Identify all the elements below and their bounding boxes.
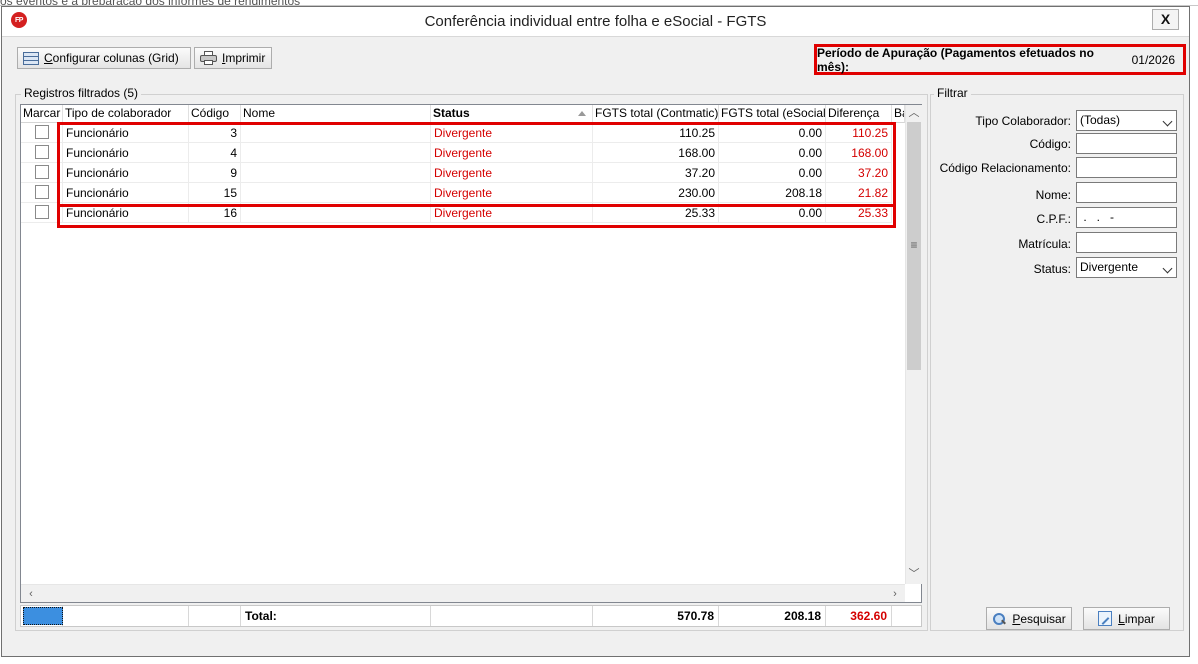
scroll-left-icon[interactable]: ‹ — [23, 586, 39, 602]
scroll-right-icon[interactable]: › — [887, 586, 903, 602]
scroll-down-icon[interactable]: ﹀ — [906, 566, 922, 582]
totals-esocial: 208.18 — [719, 606, 826, 626]
row-checkbox[interactable] — [35, 145, 49, 159]
codigo-relacionamento-field[interactable] — [1076, 157, 1177, 178]
totals-selector-cell[interactable] — [21, 606, 63, 626]
grip-icon: ≡ — [910, 238, 918, 252]
clear-icon — [1098, 611, 1113, 626]
row-checkbox[interactable] — [35, 125, 49, 139]
col-header-nome[interactable]: Nome — [241, 105, 431, 123]
horizontal-scrollbar[interactable]: ‹ › — [21, 584, 905, 602]
cpf-field[interactable]: . . - — [1076, 207, 1177, 228]
periodo-label: Período de Apuração (Pagamentos efetuado… — [817, 45, 1094, 74]
configure-columns-button[interactable]: Configurar colunas (Grid) — [17, 47, 191, 69]
status-label: Status: — [1033, 262, 1071, 276]
totals-contmatic: 570.78 — [593, 606, 719, 626]
codigo-label: Código: — [1029, 137, 1071, 151]
nome-label: Nome: — [1035, 188, 1071, 202]
print-label: Imprimir — [222, 51, 266, 65]
scroll-up-icon[interactable]: ︿ — [906, 105, 922, 121]
search-icon — [992, 612, 1006, 626]
cpf-label: C.P.F.: — [1036, 212, 1071, 226]
col-header-diferenca[interactable]: Diferença — [826, 105, 892, 123]
vertical-scrollbar[interactable]: ︿ ≡ ﹀ — [905, 105, 922, 584]
pesquisar-button[interactable]: Pesquisar — [986, 607, 1072, 630]
highlight-row-5 — [57, 204, 896, 228]
col-header-tipo[interactable]: Tipo de colaborador — [63, 105, 189, 123]
pesquisar-label: Pesquisar — [1012, 611, 1066, 626]
totals-empty-status — [431, 606, 593, 626]
limpar-label: Limpar — [1118, 611, 1155, 626]
close-button[interactable]: X — [1152, 9, 1179, 30]
totals-label: Total: — [241, 606, 431, 626]
grid-icon — [23, 51, 39, 65]
row-checkbox[interactable] — [35, 205, 49, 219]
dialog-window: FP Conferência individual entre folha e … — [1, 6, 1190, 657]
periodo-apuracao: Período de Apuração (Pagamentos efetuado… — [814, 44, 1186, 75]
highlight-rows-1-4 — [57, 122, 896, 207]
col-header-status[interactable]: Status — [431, 105, 593, 123]
print-button[interactable]: Imprimir — [194, 47, 272, 69]
totals-empty-codigo — [189, 606, 241, 626]
nome-field[interactable] — [1076, 182, 1177, 203]
totals-empty-tipo — [63, 606, 189, 626]
totals-row: Total: 570.78 208.18 362.60 — [20, 605, 922, 627]
matricula-label: Matrícula: — [1018, 237, 1071, 251]
col-header-fgts-contmatic[interactable]: FGTS total (Contmatic) — [593, 105, 719, 123]
window-title: Conferência individual entre folha e eSo… — [424, 13, 767, 30]
totals-diferenca: 362.60 — [826, 606, 892, 626]
printer-icon — [200, 51, 217, 65]
periodo-value: 01/2026 — [1131, 52, 1175, 67]
col-header-marcar[interactable]: Marcar — [21, 105, 63, 123]
row-checkbox[interactable] — [35, 165, 49, 179]
codigo-field[interactable] — [1076, 133, 1177, 154]
configure-columns-label: Configurar colunas (Grid) — [44, 51, 179, 65]
row-checkbox[interactable] — [35, 185, 49, 199]
matricula-field[interactable] — [1076, 232, 1177, 253]
status-select[interactable]: Divergente — [1076, 257, 1177, 278]
registros-group-label: Registros filtrados (5) — [21, 86, 142, 100]
title-bar[interactable]: FP Conferência individual entre folha e … — [2, 7, 1189, 37]
tipo-colaborador-select[interactable]: (Todas) — [1076, 110, 1177, 131]
col-header-ba[interactable]: Ba — [892, 105, 905, 123]
filtrar-group-label: Filtrar — [934, 86, 971, 100]
col-header-fgts-esocial[interactable]: FGTS total (eSocial) — [719, 105, 826, 123]
tipo-colaborador-label: Tipo Colaborador: — [975, 114, 1071, 128]
codigo-relacionamento-label: Código Relacionamento: — [939, 161, 1071, 175]
sort-ascending-icon — [578, 111, 586, 116]
limpar-button[interactable]: Limpar — [1083, 607, 1170, 630]
col-header-codigo[interactable]: Código — [189, 105, 241, 123]
